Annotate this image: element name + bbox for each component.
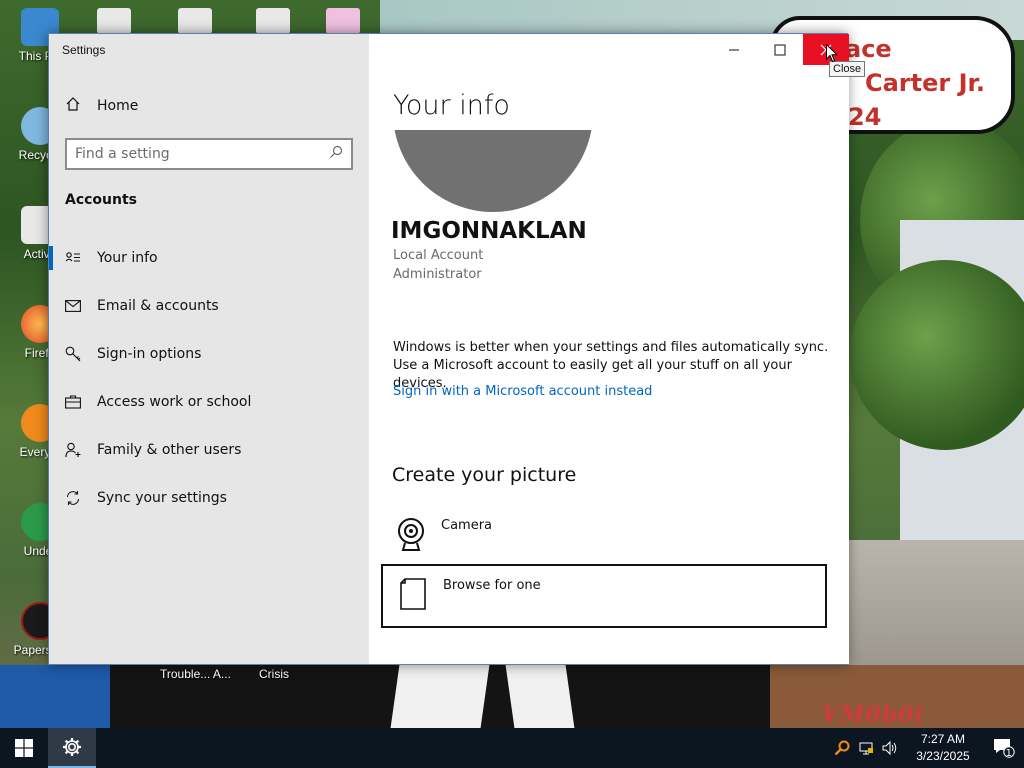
sidebar-item-label: Sync your settings [97, 490, 227, 506]
speech-text: 24 [848, 103, 882, 131]
network-icon[interactable] [854, 728, 878, 768]
desktop-image-icon[interactable] [326, 8, 360, 34]
sidebar-item-label: Your info [97, 250, 158, 266]
system-tray: 7:27 AM 3/23/2025 1 [830, 728, 1024, 768]
sidebar-item-family-other-users[interactable]: Family & other users [49, 426, 369, 474]
file-icon [397, 576, 429, 612]
camera-option[interactable]: Camera [381, 506, 827, 570]
home-nav-item[interactable]: Home [65, 96, 138, 116]
taskbar-settings-app[interactable] [48, 728, 96, 768]
wallpaper-dark-area [0, 665, 770, 728]
desktop-icon-label[interactable]: Trouble... A... [160, 667, 231, 681]
sidebar-item-access-work-school[interactable]: Access work or school [49, 378, 369, 426]
windows-logo-icon [15, 739, 33, 757]
user-name: IMGONNAKLAN [391, 218, 587, 244]
minimize-icon [729, 49, 739, 50]
settings-content: Your info IMGONNAKLAN Local Account Admi… [369, 34, 849, 664]
sidebar-item-email-accounts[interactable]: Email & accounts [49, 282, 369, 330]
speech-text: Carter Jr. [865, 69, 986, 97]
desktop-file-icon[interactable] [256, 8, 290, 34]
accounts-nav: Your info Email & accounts Sign-in optio… [49, 234, 369, 522]
key-icon [65, 346, 81, 362]
page-title: Your info [393, 90, 510, 121]
sidebar-item-label: Sign-in options [97, 346, 202, 362]
camera-icon [395, 516, 427, 552]
home-label: Home [97, 98, 139, 114]
person-add-icon [65, 442, 81, 458]
sidebar-item-label: Family & other users [97, 442, 242, 458]
gear-icon [63, 738, 81, 756]
clock-date: 3/23/2025 [916, 749, 970, 763]
desktop-icon-label[interactable]: Crisis [259, 667, 289, 681]
user-card-icon [65, 250, 81, 266]
wallpaper-road [840, 540, 1024, 670]
sync-icon [65, 490, 81, 506]
account-type: Local Account [393, 248, 484, 263]
maximize-icon [774, 44, 786, 55]
section-title: Accounts [65, 192, 138, 208]
clock-time: 7:27 AM [920, 732, 966, 746]
desktop-file-icon[interactable] [178, 8, 212, 34]
tray-search-app-icon[interactable] [830, 728, 854, 768]
notification-count: 1 [1005, 748, 1012, 759]
watermark: VM0b0i [822, 702, 924, 728]
clock[interactable]: 7:27 AM 3/23/2025 [902, 731, 984, 765]
sidebar-item-your-info[interactable]: Your info [49, 234, 369, 282]
home-icon [65, 96, 81, 116]
wallpaper-tree [850, 260, 1024, 450]
action-center-button[interactable]: 1 [984, 728, 1024, 768]
maximize-button[interactable] [757, 34, 803, 65]
sidebar-item-label: Access work or school [97, 394, 252, 410]
start-button[interactable] [0, 728, 48, 768]
sidebar-item-sign-in-options[interactable]: Sign-in options [49, 330, 369, 378]
search-icon[interactable] [329, 145, 343, 163]
settings-window: Settings Home Find a setting Accounts Yo… [48, 33, 849, 665]
speech-text: ace [845, 35, 892, 63]
browse-option[interactable]: Browse for one [381, 564, 827, 628]
camera-option-label: Camera [441, 518, 493, 533]
avatar-circle [393, 130, 593, 212]
microsoft-sign-in-link[interactable]: Sign in with a Microsoft account instead [393, 384, 652, 399]
create-picture-heading: Create your picture [392, 464, 577, 486]
close-tooltip: Close [829, 61, 866, 77]
desktop-file-icon[interactable] [97, 8, 131, 34]
sidebar-item-label: Email & accounts [97, 298, 219, 314]
minimize-button[interactable] [711, 34, 757, 65]
search-input[interactable]: Find a setting [65, 138, 353, 170]
browse-option-label: Browse for one [443, 578, 541, 593]
volume-icon[interactable] [878, 728, 902, 768]
taskbar: 7:27 AM 3/23/2025 1 [0, 728, 1024, 768]
avatar [393, 130, 593, 212]
wallpaper-blue-area [0, 665, 110, 728]
mail-icon [65, 298, 81, 314]
account-role: Administrator [393, 267, 482, 282]
wallpaper-shape [505, 665, 575, 728]
settings-sidebar: Settings Home Find a setting Accounts Yo… [49, 34, 369, 664]
search-placeholder: Find a setting [75, 146, 170, 162]
window-title: Settings [62, 43, 106, 57]
sidebar-item-sync-settings[interactable]: Sync your settings [49, 474, 369, 522]
wallpaper-shape [390, 665, 490, 728]
briefcase-icon [65, 394, 81, 410]
